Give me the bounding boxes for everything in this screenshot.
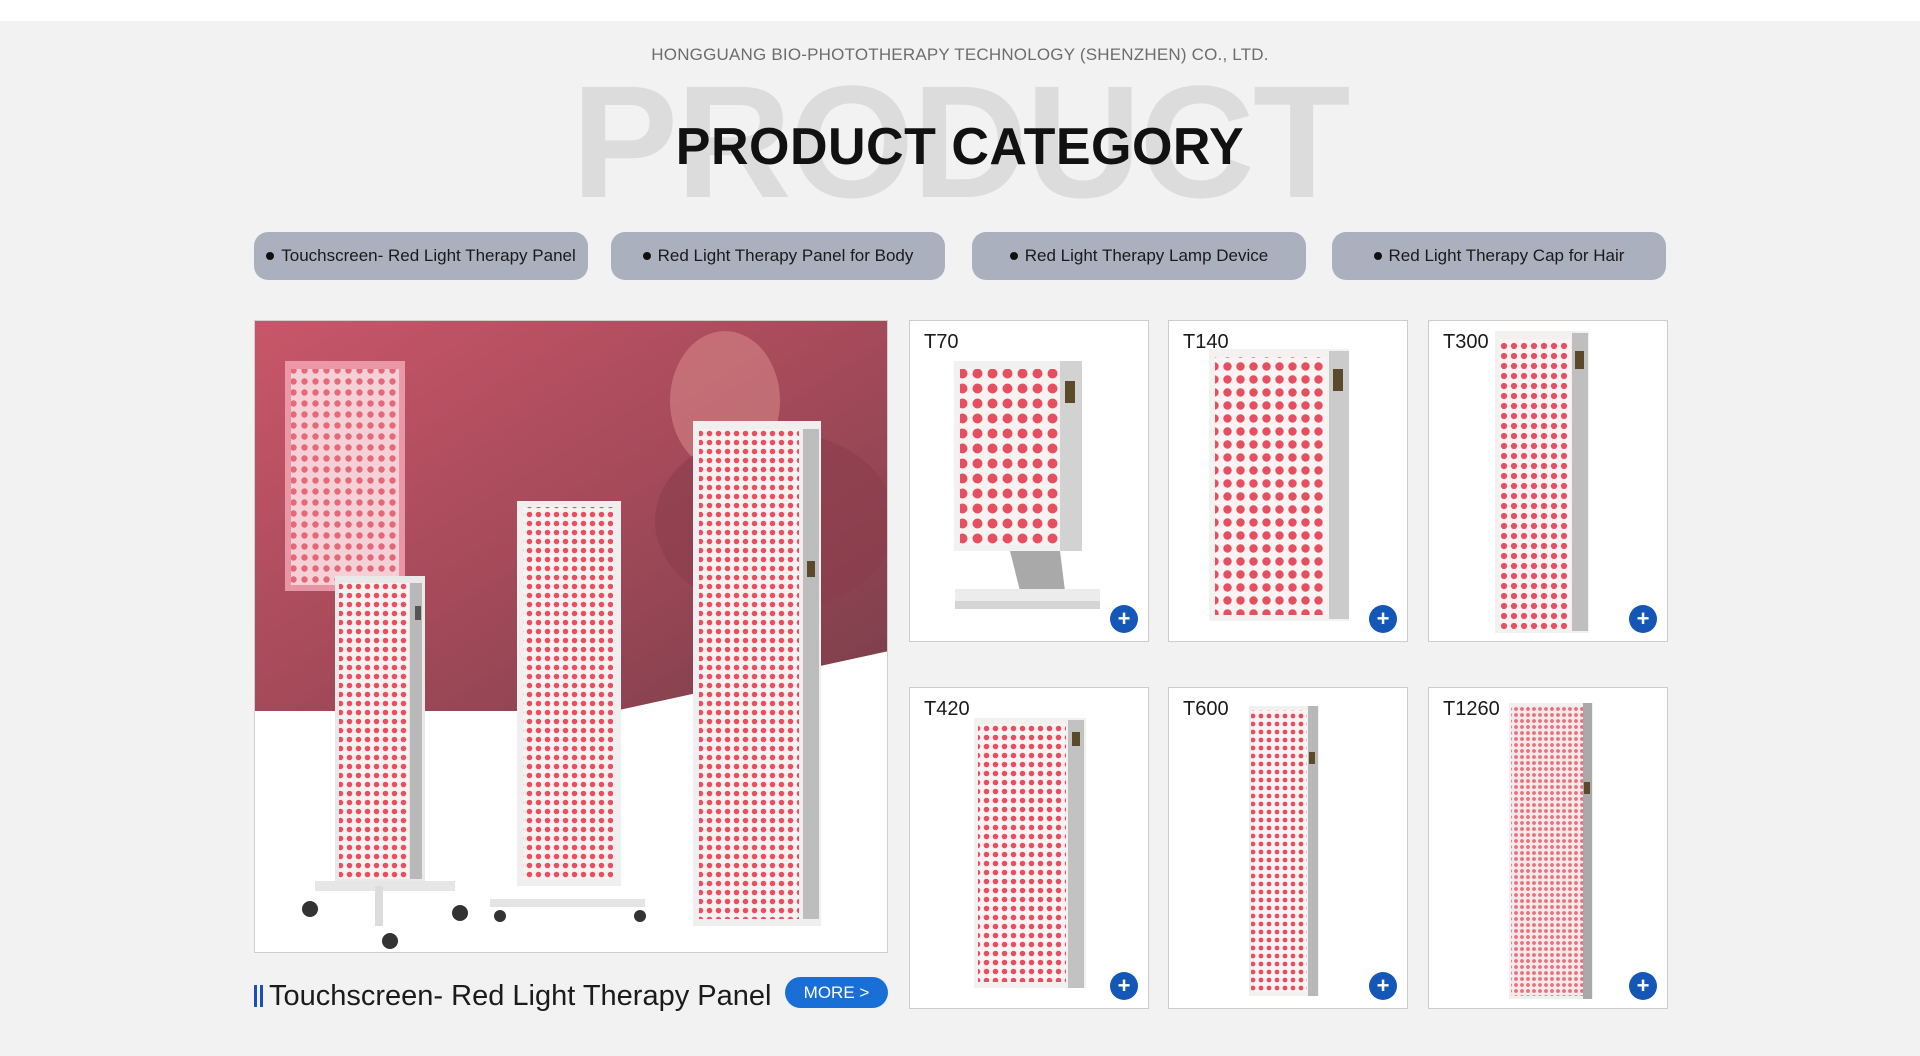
product-image-t600: [1249, 706, 1319, 996]
tab-lamp-device[interactable]: Red Light Therapy Lamp Device: [972, 232, 1306, 280]
product-card-t600[interactable]: T600 +: [1168, 687, 1408, 1009]
product-card-t140[interactable]: T140 +: [1168, 320, 1408, 642]
product-label: T600: [1183, 698, 1229, 720]
product-label: T420: [924, 698, 970, 720]
product-image-t140: [1209, 349, 1349, 621]
tab-label: Red Light Therapy Lamp Device: [1024, 246, 1269, 265]
product-image-t300: [1495, 331, 1589, 633]
bullet-icon: [642, 252, 651, 260]
tab-cap-for-hair[interactable]: Red Light Therapy Cap for Hair: [1332, 232, 1666, 280]
product-card-t420[interactable]: T420 +: [909, 687, 1149, 1009]
product-label: T300: [1443, 331, 1489, 353]
tab-touchscreen-panel[interactable]: Touchscreen- Red Light Therapy Panel: [254, 232, 588, 280]
product-label: T70: [924, 331, 959, 353]
tab-label: Red Light Therapy Panel for Body: [657, 246, 914, 265]
bullet-icon: [266, 252, 275, 260]
bullet-icon: [1373, 252, 1382, 260]
plus-icon[interactable]: +: [1110, 605, 1138, 633]
caption-bar-icon: [260, 985, 263, 1007]
hero-caption: Touchscreen- Red Light Therapy Panel: [254, 976, 771, 1016]
page-title: PRODUCT CATEGORY: [675, 118, 1245, 176]
product-image-t1260: [1509, 703, 1593, 999]
product-image-t420: [974, 718, 1086, 988]
hero-product-image[interactable]: [254, 320, 888, 953]
category-tabs: Touchscreen- Red Light Therapy Panel Red…: [254, 232, 1666, 280]
plus-icon[interactable]: +: [1629, 605, 1657, 633]
plus-icon[interactable]: +: [1369, 972, 1397, 1000]
caption-bar-icon: [254, 985, 257, 1007]
product-card-t1260[interactable]: T1260 +: [1428, 687, 1668, 1009]
tab-label: Red Light Therapy Cap for Hair: [1388, 246, 1625, 265]
top-strip: [0, 0, 1920, 21]
tab-label: Touchscreen- Red Light Therapy Panel: [281, 246, 576, 265]
tab-panel-for-body[interactable]: Red Light Therapy Panel for Body: [611, 232, 945, 280]
product-image-t70: [954, 361, 1100, 609]
product-card-t300[interactable]: T300 +: [1428, 320, 1668, 642]
product-label: T140: [1183, 331, 1229, 353]
hero-caption-text: Touchscreen- Red Light Therapy Panel: [269, 979, 772, 1012]
plus-icon[interactable]: +: [1110, 972, 1138, 1000]
bullet-icon: [1009, 252, 1018, 260]
product-card-t70[interactable]: T70 +: [909, 320, 1149, 642]
more-button[interactable]: MORE >: [785, 977, 888, 1008]
product-label: T1260: [1443, 698, 1500, 720]
hero-illustration: [255, 321, 887, 952]
plus-icon[interactable]: +: [1629, 972, 1657, 1000]
plus-icon[interactable]: +: [1369, 605, 1397, 633]
